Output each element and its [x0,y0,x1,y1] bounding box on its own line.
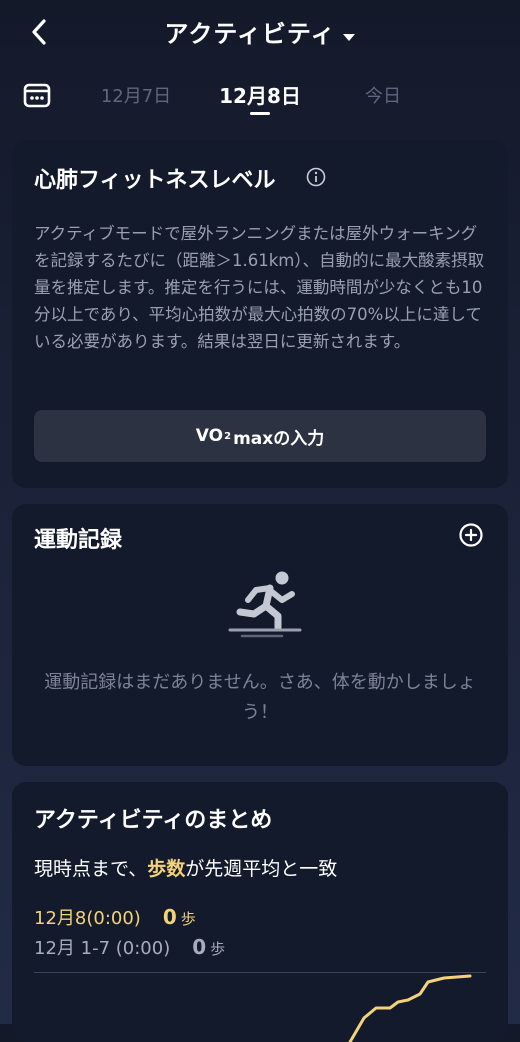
vo2-button-prefix: VO [195,426,224,446]
vo2-button-suffix: maxの入力 [233,428,325,449]
vo2max-input-button[interactable]: VO 2 maxの入力 [34,410,486,462]
header-bar: アクティビティ [0,0,520,66]
steps-comparison: 現時点まで、歩数が先週平均と一致 [34,854,337,881]
today-label: 12月8(0:00) [34,908,141,929]
last-week-label: 12月 1-7 (0:00) [34,938,171,959]
last-week-steps-value: 0 [192,935,207,959]
comparison-prefix: 現時点まで、 [34,858,148,880]
title-dropdown[interactable]: アクティビティ [0,14,520,49]
empty-workout-message: 運動記録はまだありません。さあ、体を動かしましょう！ [44,672,476,723]
workout-card-title: 運動記録 [34,528,123,553]
current-date-indicator [250,112,270,115]
fitness-level-card: 心肺フィットネスレベル アクティブモードで屋外ランニングまたは屋外ウォーキングを… [12,140,508,488]
page-title: アクティビティ [164,20,336,48]
date-navigation: 12月7日 12月8日 今日 [0,76,520,120]
steps-trend-chart [348,974,472,1042]
today-steps-unit: 歩 [180,910,196,928]
date-tab-current[interactable]: 12月8日 [216,80,304,109]
last-week-trend-line [348,974,472,1042]
vo2-button-subscript: 2 [224,430,232,442]
fitness-description: アクティブモードで屋外ランニングまたは屋外ウォーキングを記録するたびに（距離＞1… [34,224,485,351]
plus-circle-icon[interactable] [458,522,484,548]
caret-down-icon [343,34,356,41]
info-icon[interactable] [306,167,326,187]
date-tab-prev[interactable]: 12月7日 [96,82,176,108]
date-tab-today[interactable]: 今日 [348,82,418,108]
activity-summary-card: アクティビティのまとめ 現時点まで、歩数が先週平均と一致 12月8(0:00) … [12,782,508,1042]
calendar-icon[interactable] [22,80,52,110]
last-week-steps-row: 12月 1-7 (0:00) 0 歩 [34,934,225,962]
summary-card-title: アクティビティのまとめ [34,808,273,833]
fitness-card-title: 心肺フィットネスレベル [34,168,276,193]
today-steps-value: 0 [162,905,177,929]
comparison-highlight: 歩数 [147,858,186,880]
last-week-steps-unit: 歩 [210,940,226,958]
running-person-icon [226,570,302,640]
workout-records-card: 運動記録 運動記録はまだありません。さあ、体を動かしましょう！ [12,504,508,766]
today-steps-row: 12月8(0:00) 0 歩 [34,904,196,932]
comparison-suffix: が先週平均と一致 [185,858,338,880]
